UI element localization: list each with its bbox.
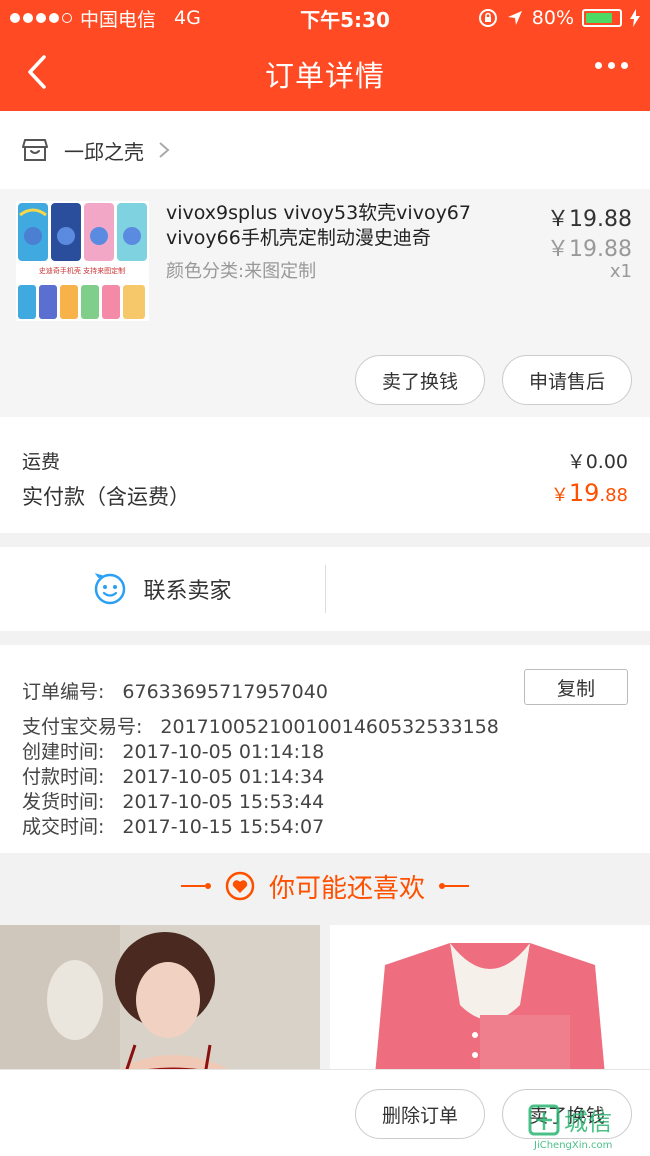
row-label: 成交时间: <box>22 816 105 838</box>
product-thumbnail[interactable]: 史迪奇手机壳 支持来图定制 <box>16 201 149 321</box>
nav-bar: 订单详情 <box>0 36 650 111</box>
order-number: 67633695717957040 <box>122 681 328 703</box>
completed-time-row: 成交时间: 2017-10-15 15:54:07 <box>22 812 324 839</box>
divider-right <box>439 883 469 889</box>
product-title[interactable]: vivox9splus vivoy53软壳vivoy67 vivoy66手机壳定… <box>166 201 496 251</box>
battery-fill <box>586 13 612 23</box>
total-decimal: .88 <box>599 485 628 506</box>
bottom-action-bar: 删除订单 卖了换钱 城信 JiChengXin.com <box>0 1069 650 1156</box>
thumb-caption: 史迪奇手机壳 支持来图定制 <box>39 266 125 275</box>
recommend-header: 你可能还喜欢 <box>0 863 650 909</box>
shipped-time: 2017-10-05 15:53:44 <box>122 791 325 813</box>
created-time-row: 创建时间: 2017-10-05 01:14:18 <box>22 737 324 764</box>
copy-order-number-button[interactable]: 复制 <box>524 669 628 705</box>
rotation-lock-icon <box>478 9 497 27</box>
order-item-card[interactable]: 史迪奇手机壳 支持来图定制 vivox9splus vivoy53软壳vivoy… <box>0 189 650 417</box>
status-bar: 中国电信 4G 下午5:30 80% <box>0 0 650 36</box>
heart-circle-icon <box>225 871 255 901</box>
fee-summary: 运费 ￥0.00 实付款（含运费） ￥19.88 <box>0 417 650 533</box>
shipping-label: 运费 <box>22 451 61 473</box>
battery-percent: 80% <box>531 7 574 29</box>
page-title: 订单详情 <box>264 59 385 93</box>
location-arrow-icon <box>507 11 522 25</box>
paid-time: 2017-10-05 01:14:34 <box>122 766 325 788</box>
row-label: 发货时间: <box>22 791 105 813</box>
model-photo-image <box>0 925 320 1075</box>
total-currency: ￥ <box>550 485 569 506</box>
watermark-sub: JiChengXin.com <box>533 1140 612 1151</box>
recommendations: 你可能还喜欢 <box>0 853 650 1075</box>
created-time: 2017-10-05 01:14:18 <box>122 741 325 763</box>
shop-row[interactable]: 一邱之壳 <box>0 111 650 189</box>
carrier-label: 中国电信 <box>80 8 157 31</box>
phone-case-collage-image: 史迪奇手机壳 支持来图定制 <box>16 201 149 321</box>
item-quantity: x1 <box>609 261 632 282</box>
alipay-trade-number: 2017100521001001460532533158 <box>160 716 499 738</box>
divider-left <box>180 883 211 889</box>
total-paid-label: 实付款（含运费） <box>22 485 190 509</box>
shipped-time-row: 发货时间: 2017-10-05 15:53:44 <box>22 787 324 814</box>
status-right: 80% <box>470 7 640 29</box>
signal-strength-icon <box>10 13 72 23</box>
pajamas-photo-image <box>330 925 650 1075</box>
charging-bolt-icon <box>630 9 640 27</box>
shop-name: 一邱之壳 <box>64 139 144 164</box>
chat-smile-icon <box>95 573 126 605</box>
row-label: 付款时间: <box>22 766 105 788</box>
delete-order-button[interactable]: 删除订单 <box>355 1089 485 1139</box>
shipping-value: ￥0.00 <box>566 451 628 473</box>
item-price: ￥19.88 <box>547 207 632 232</box>
row-label: 支付宝交易号: <box>22 716 143 738</box>
sell-for-cash-button[interactable]: 卖了换钱 <box>355 355 485 405</box>
store-icon <box>22 139 48 161</box>
row-label: 创建时间: <box>22 741 105 763</box>
battery-icon <box>582 9 622 27</box>
paid-time-row: 付款时间: 2017-10-05 01:14:34 <box>22 762 324 789</box>
contact-section: 联系卖家 <box>0 547 650 631</box>
watermark-text: 城信 <box>564 1108 612 1136</box>
request-after-sales-button[interactable]: 申请售后 <box>502 355 632 405</box>
row-label: 订单编号: <box>22 681 105 703</box>
product-sku: 颜色分类:来图定制 <box>166 261 317 282</box>
watermark-logo: 城信 JiChengXin.com <box>526 1100 646 1152</box>
status-time: 下午5:30 <box>300 7 390 32</box>
recommend-product-photo[interactable] <box>0 925 320 1075</box>
order-info: 订单编号: 67633695717957040 复制 支付宝交易号: 2017100… <box>0 645 650 853</box>
alipay-trade-row: 支付宝交易号: 2017100521001001460532533158 <box>22 712 499 739</box>
total-paid-value: ￥19.88 <box>551 479 628 507</box>
contact-seller-label: 联系卖家 <box>143 579 232 604</box>
network-label: 4G <box>174 7 201 29</box>
order-number-row: 订单编号: 67633695717957040 <box>22 677 328 704</box>
completed-time: 2017-10-15 15:54:07 <box>122 816 325 838</box>
order-detail-screen: 中国电信 4G 下午5:30 80% 订单详情 一邱之壳 史迪奇手机壳 支持来图… <box>0 0 650 1156</box>
more-menu-icon[interactable] <box>595 62 628 69</box>
recommend-product-photo[interactable] <box>330 925 650 1075</box>
recommend-title: 你可能还喜欢 <box>268 873 425 904</box>
contact-seller-button[interactable]: 联系卖家 <box>0 547 325 631</box>
total-integer: 19 <box>568 479 600 507</box>
contact-divider <box>325 565 326 613</box>
chevron-right-icon <box>159 142 170 158</box>
item-original-price: ￥19.88 <box>547 237 632 262</box>
